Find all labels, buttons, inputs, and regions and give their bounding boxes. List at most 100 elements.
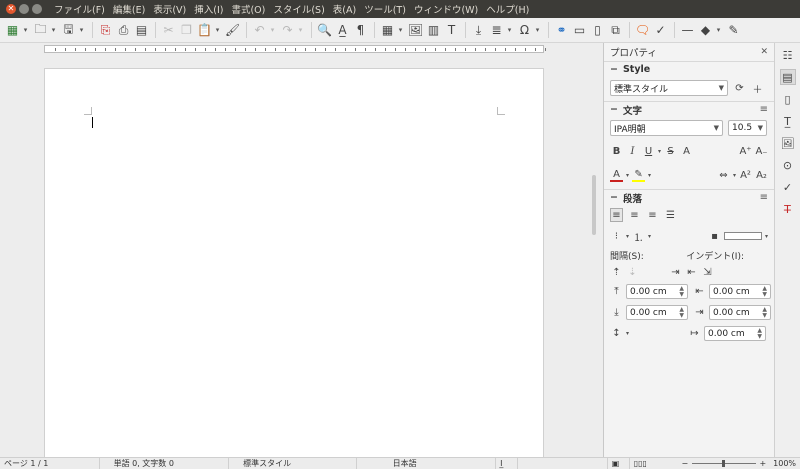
print-preview-icon[interactable]: ▤	[133, 21, 150, 40]
spellcheck-icon[interactable]: A̲	[334, 21, 351, 40]
subscript-icon[interactable]: A₂	[755, 168, 768, 182]
redo-icon[interactable]: ↷	[279, 21, 296, 40]
shapes-dropdown-icon[interactable]: ▾	[715, 26, 722, 34]
properties-tab-icon[interactable]: ▤	[779, 69, 796, 85]
zoom-thumb[interactable]	[721, 459, 725, 467]
page-style[interactable]: 標準スタイル	[229, 457, 357, 469]
numbered-list-icon[interactable]: ⒈	[632, 229, 645, 244]
zoom-level[interactable]: 100%	[769, 458, 800, 469]
menu-tools[interactable]: ツール(T)	[360, 2, 410, 16]
draw-functions-icon[interactable]: ✎	[725, 21, 742, 40]
line-spacing-dropdown-icon[interactable]: ▾	[626, 330, 629, 337]
font-color-dropdown-icon[interactable]: ▾	[626, 172, 629, 179]
vertical-scrollbar[interactable]	[590, 55, 598, 457]
decrease-indent-icon[interactable]: ⇤	[685, 265, 698, 279]
paste-icon[interactable]: 📋	[196, 21, 213, 40]
cross-reference-icon[interactable]: ⧉	[607, 21, 624, 40]
save-icon[interactable]: 🖫	[60, 21, 77, 40]
paragraph-background-icon[interactable]: ▪	[708, 229, 721, 243]
open-dropdown-icon[interactable]: ▾	[50, 26, 57, 34]
undo-dropdown-icon[interactable]: ▾	[269, 26, 276, 34]
navigator-tab-icon[interactable]: ⊙	[780, 157, 796, 173]
spin-arrows-icon[interactable]: ▲ ▼	[679, 306, 684, 319]
font-color-icon[interactable]: A	[610, 168, 623, 182]
redo-dropdown-icon[interactable]: ▾	[297, 26, 304, 34]
menu-edit[interactable]: 編集(E)	[109, 2, 149, 16]
special-character-icon[interactable]: Ω	[516, 21, 533, 40]
export-pdf-icon[interactable]: ⎘	[97, 21, 114, 40]
character-spacing-icon[interactable]: ⇔	[717, 168, 730, 182]
background-color-swatch[interactable]	[723, 232, 762, 240]
italic-icon[interactable]: I	[626, 144, 639, 158]
page-count[interactable]: ページ 1 / 1	[0, 457, 100, 469]
character-section-header[interactable]: − 文字 ≡	[604, 101, 774, 117]
menu-styles[interactable]: スタイル(S)	[269, 2, 328, 16]
shadow-icon[interactable]: A	[680, 144, 693, 158]
insert-field-icon[interactable]: ≣	[488, 21, 505, 40]
insert-textbox-icon[interactable]: T	[443, 21, 460, 40]
superscript-icon[interactable]: A²	[739, 168, 752, 182]
spin-arrows-icon[interactable]: ▲ ▼	[679, 285, 684, 298]
insert-chart-icon[interactable]: ▥	[425, 21, 442, 40]
paragraph-style-select[interactable]: 標準スタイル ▼	[610, 80, 728, 96]
maximize-window-button[interactable]	[32, 4, 42, 14]
special-character-dropdown-icon[interactable]: ▾	[534, 26, 541, 34]
spacing-dropdown-icon[interactable]: ▾	[733, 172, 736, 179]
insert-comment-icon[interactable]: 🗨	[634, 21, 651, 40]
align-right-icon[interactable]: ≡	[646, 208, 659, 222]
bullet-dropdown-icon[interactable]: ▾	[626, 233, 629, 240]
decrease-spacing-icon[interactable]: ⇣	[626, 265, 639, 279]
document-page[interactable]	[44, 68, 544, 457]
hanging-indent-icon[interactable]: ⇲	[701, 265, 714, 279]
bullet-list-icon[interactable]: ⁝	[610, 229, 623, 243]
increase-indent-icon[interactable]: ⇥	[669, 265, 682, 279]
zoom-slider[interactable]: − +	[678, 458, 770, 469]
spin-arrows-icon[interactable]: ▲ ▼	[762, 306, 767, 319]
styles-tab-icon[interactable]: T̲	[780, 113, 796, 129]
page-icon[interactable]: ▯	[589, 21, 606, 40]
minimize-window-button[interactable]	[19, 4, 29, 14]
collapse-icon[interactable]: −	[610, 192, 618, 203]
word-count[interactable]: 単語 0, 文字数 0	[100, 457, 230, 469]
clone-formatting-icon[interactable]: 🖌	[224, 21, 241, 40]
highlight-color-icon[interactable]: ✎	[632, 168, 646, 182]
menu-view[interactable]: 表示(V)	[149, 2, 190, 16]
scrollbar-thumb[interactable]	[592, 175, 596, 235]
hyperlink-icon[interactable]: ⚭	[553, 21, 570, 40]
underline-dropdown-icon[interactable]: ▾	[658, 148, 661, 155]
menu-table[interactable]: 表(A)	[329, 2, 360, 16]
menu-format[interactable]: 書式(O)	[227, 2, 269, 16]
background-dropdown-icon[interactable]: ▾	[765, 233, 768, 240]
first-line-indent-field[interactable]: 0.00 cm ▲ ▼	[704, 326, 766, 341]
insert-mode-icon[interactable]: I̲	[496, 457, 519, 469]
strikethrough-icon[interactable]: S	[664, 144, 677, 158]
find-replace-icon[interactable]: 🔍	[316, 21, 333, 40]
new-document-icon[interactable]: ▦	[4, 21, 21, 40]
style-section-header[interactable]: − Style	[604, 61, 774, 77]
design-tab-icon[interactable]: T̶	[780, 201, 796, 217]
close-window-button[interactable]: ✕	[6, 4, 16, 14]
align-justify-icon[interactable]: ☰	[664, 208, 677, 222]
formatting-marks-icon[interactable]: ¶	[352, 21, 369, 40]
numbering-dropdown-icon[interactable]: ▾	[648, 233, 651, 240]
track-changes-icon[interactable]: ✓	[652, 21, 669, 40]
zoom-out-icon[interactable]: −	[682, 458, 689, 469]
insert-field-dropdown-icon[interactable]: ▾	[506, 26, 513, 34]
insert-image-icon[interactable]: 🖼	[407, 21, 424, 40]
horizontal-ruler[interactable]	[0, 43, 600, 55]
font-size-select[interactable]: 10.5 ▼	[728, 120, 767, 136]
spin-arrows-icon[interactable]: ▲ ▼	[762, 285, 767, 298]
increase-font-size-icon[interactable]: A⁺	[739, 144, 752, 158]
gallery-tab-icon[interactable]: 🖼	[780, 135, 796, 151]
decrease-font-size-icon[interactable]: A₋	[755, 144, 768, 158]
menu-file[interactable]: ファイル(F)	[50, 2, 109, 16]
bold-icon[interactable]: B	[610, 144, 623, 158]
collapse-icon[interactable]: −	[610, 104, 618, 115]
close-icon[interactable]: ✕	[760, 47, 768, 57]
insert-table-icon[interactable]: ▦	[379, 21, 396, 40]
align-center-icon[interactable]: ≡	[628, 208, 641, 222]
new-dropdown-icon[interactable]: ▾	[22, 26, 29, 34]
copy-icon[interactable]: ❐	[178, 21, 195, 40]
view-layout-icons[interactable]: ▯▯▯	[630, 458, 678, 469]
line-spacing-icon[interactable]: ↕	[610, 327, 623, 341]
